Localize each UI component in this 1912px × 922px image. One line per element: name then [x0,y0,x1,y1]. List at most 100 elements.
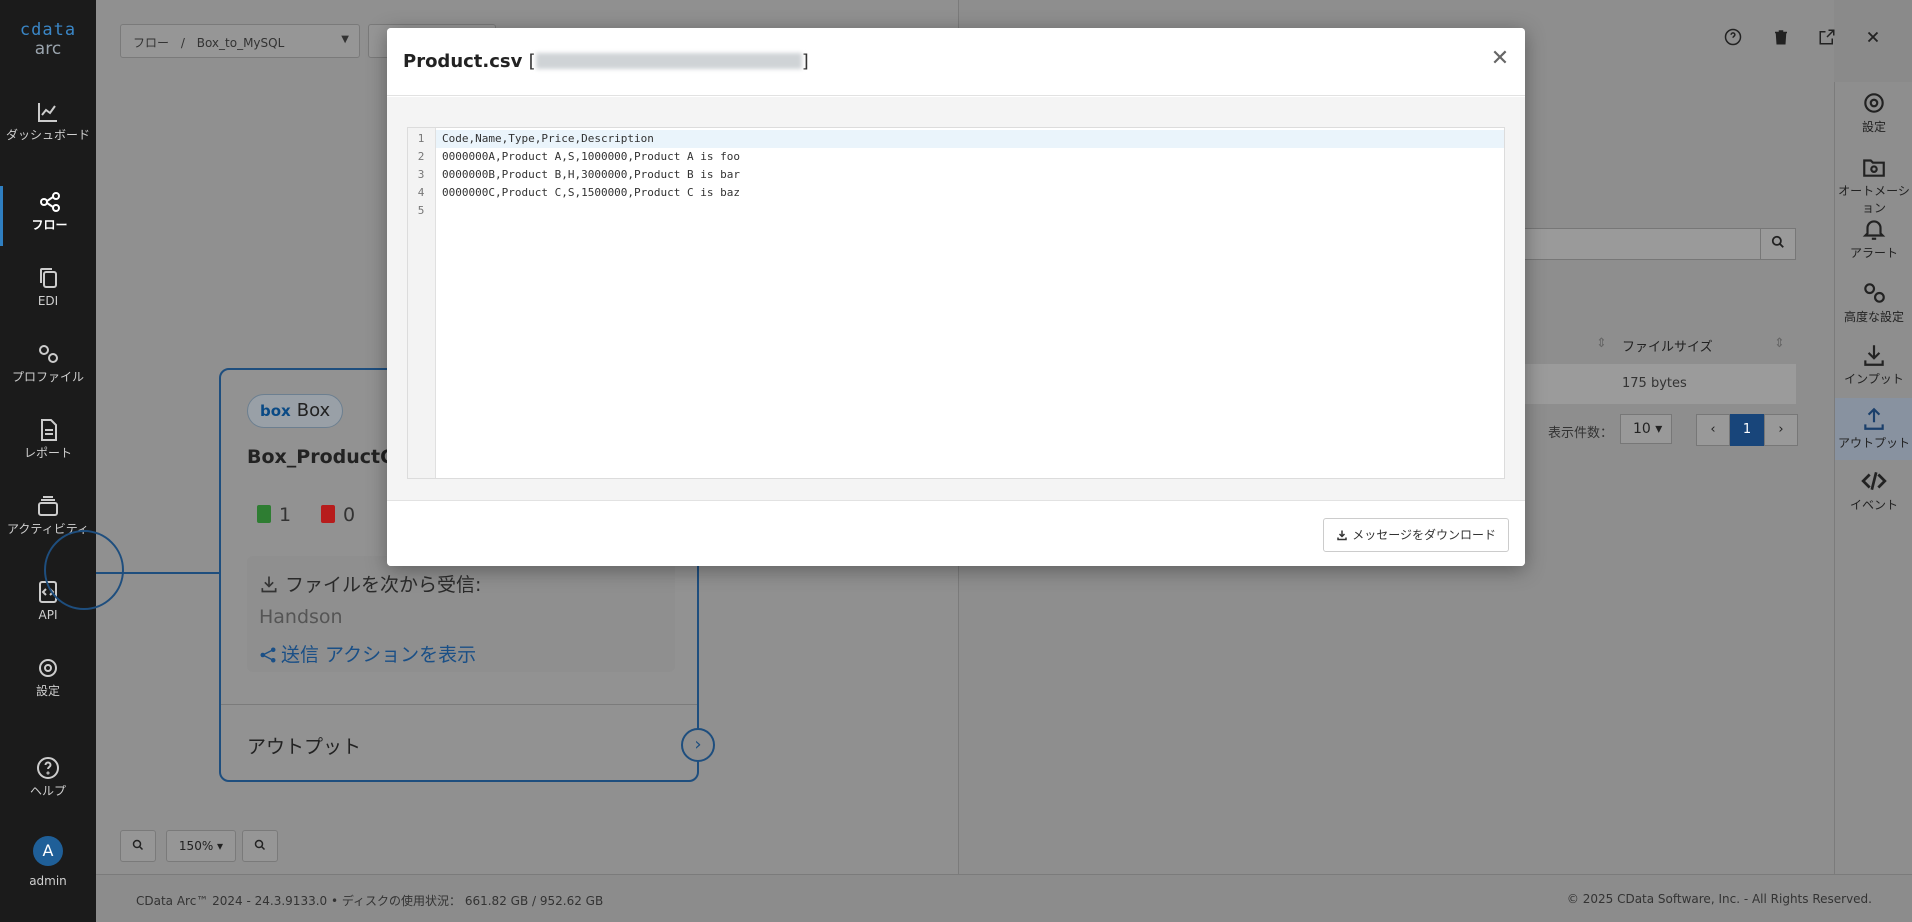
per-page-label: 表示件数： [1548,426,1614,441]
search-icon [1771,235,1784,248]
copy-icon [40,268,57,288]
copyright: © 2025 CData Software, Inc. - All Rights… [1566,892,1872,906]
breadcrumb-separator: / [180,36,185,50]
share-icon [260,647,276,663]
show-actions-text: 送信 アクションを表示 [281,644,477,666]
line-number-gutter: 1 2 3 4 5 [408,128,436,478]
row-filesize: 175 bytes [1622,376,1687,391]
error-count-value: 0 [343,504,356,526]
sidebar-item-events[interactable]: イベント [1835,468,1912,513]
sidebar-item-label: インプット [1844,372,1904,386]
sort-icon[interactable]: ⇕ [1774,336,1785,351]
nav-item-dashboard[interactable]: ダッシュボード [0,100,96,142]
connector-node[interactable] [44,530,124,610]
redacted-timestamp [535,53,802,69]
code-line: 0000000C,Product C,S,1500000,Product C i… [442,186,741,199]
page-button-current[interactable]: 1 [1730,414,1764,446]
nav-item-help[interactable]: ヘルプ [0,756,96,798]
breadcrumb-flow: Box_to_MySQL [196,36,285,50]
breadcrumb[interactable]: フロー / Box_to_MySQL ▼ [120,24,360,58]
sidebar-item-settings[interactable]: 設定 [1835,90,1912,135]
app-logo[interactable]: cdata arc [0,22,96,60]
nav-label: EDI [37,294,59,308]
download-icon [1337,530,1347,541]
brand-text: cdata [19,20,77,40]
sidebar-item-output[interactable]: アウトプット [1835,398,1912,460]
code-editor[interactable]: 1 2 3 4 5 Code,Name,Type,Price,Descripti… [407,127,1505,479]
bell-icon [1862,220,1886,240]
download-label: メッセージをダウンロード [1352,528,1496,542]
nav-item-flow[interactable]: フロー [0,186,96,246]
search-button[interactable] [1760,228,1796,260]
file-check-icon [257,505,271,523]
prev-page-button[interactable]: ‹ [1696,414,1730,446]
code-line: Code,Name,Type,Price,Description [436,130,1504,148]
flow-icon [39,192,60,212]
divider [221,704,697,705]
file-search-input[interactable] [1520,228,1796,260]
nav-label: API [38,608,58,622]
document-icon [41,419,57,441]
trash-icon[interactable] [1772,28,1790,51]
help-icon [37,757,59,779]
nav-item-report[interactable]: レポート [0,418,96,460]
sidebar-item-automation[interactable]: オートメーション [1835,154,1912,216]
sidebar-item-label: 設定 [1861,120,1886,134]
nav-item-settings[interactable]: 設定 [0,656,96,698]
sidebar-item-label: アウトプット [1837,436,1910,450]
show-actions-link[interactable]: 送信 アクションを表示 [259,640,476,667]
sort-icon[interactable]: ⇕ [1596,336,1607,351]
zoom-level-select[interactable]: 150% ▾ [166,830,236,862]
user-menu[interactable]: A admin [0,836,96,888]
output-label: アウトプット [247,736,362,758]
close-pane-icon[interactable] [1864,28,1882,51]
sidebar-item-alert[interactable]: アラート [1835,216,1912,261]
version-and-disk-usage: CData Arc™ 2024 - 24.3.9133.0 • ディスクの使用状… [136,894,604,908]
modal-filename: Product.csv [403,51,523,72]
modal-header: Product.csv [] ✕ [387,28,1525,96]
modal-body: 1 2 3 4 5 Code,Name,Type,Price,Descripti… [387,97,1525,501]
code-icon [1861,472,1887,490]
line-number: 2 [417,150,425,163]
sidebar-item-label: オートメーション [1838,184,1910,215]
right-sidebar: 設定 オートメーション アラート 高度な設定 インプット アウトプット イベント [1834,82,1912,874]
error-count[interactable]: 0 [321,504,355,526]
zoom-in-button[interactable] [120,830,156,862]
nav-item-profile[interactable]: プロファイル [0,342,96,384]
next-page-button[interactable]: › [1764,414,1798,446]
gears-icon [39,345,58,363]
line-number: 1 [417,132,425,145]
success-count[interactable]: 1 [257,504,291,526]
column-header-filesize[interactable]: ファイルサイズ [1622,336,1713,355]
chart-line-icon [38,103,57,122]
receive-label: ファイルを次から受信: [259,570,481,597]
connector-title: Box_ProductCSV [247,446,397,468]
external-link-icon[interactable] [1818,28,1836,51]
code-line: 0000000B,Product B,H,3000000,Product B i… [442,168,741,181]
file-preview-modal: Product.csv [] ✕ 1 2 3 4 5 Code,Name,Typ… [387,28,1525,566]
nav-label: ダッシュボード [5,128,90,142]
gear-icon [39,659,57,677]
zoom-out-button[interactable] [242,830,278,862]
sidebar-item-input[interactable]: インプット [1835,342,1912,387]
download-message-button[interactable]: メッセージをダウンロード [1323,518,1509,552]
success-count-value: 1 [279,504,292,526]
sidebar-item-label: イベント [1849,498,1898,512]
close-icon[interactable]: ✕ [1487,46,1513,72]
zoom-in-icon [132,839,144,851]
nav-item-edi[interactable]: EDI [0,266,96,308]
receive-text: ファイルを次から受信: [285,574,482,596]
line-number: 5 [417,204,425,217]
layers-icon [38,496,58,516]
output-arrow-icon[interactable]: › [681,728,715,762]
breadcrumb-root[interactable]: フロー [133,36,169,50]
nav-label: レポート [23,446,72,460]
sidebar-item-advanced[interactable]: 高度な設定 [1835,280,1912,325]
zoom-level: 150% [178,839,214,853]
connector-line [96,572,220,574]
zoom-out-icon [254,839,266,851]
help-circle-icon[interactable] [1724,28,1742,51]
per-page-select[interactable]: 10 ▾ [1620,414,1672,444]
left-nav: cdata arc ダッシュボード フロー EDI プロファイル レポート アク… [0,0,96,922]
